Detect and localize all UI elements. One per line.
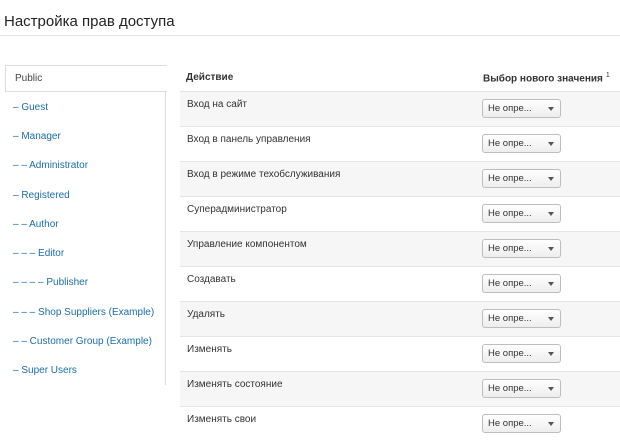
table-row: Изменять состояние Не опре... xyxy=(180,371,620,406)
sidebar-border xyxy=(165,89,166,385)
permission-select[interactable]: Не опре... xyxy=(482,274,561,293)
table-row: Вход на сайт Не опре... xyxy=(180,91,620,126)
column-header-value-label: Выбор нового значения xyxy=(483,73,603,85)
caret-down-icon xyxy=(548,177,554,181)
permission-select[interactable]: Не опре... xyxy=(482,414,561,433)
column-header-action: Действие xyxy=(186,72,234,83)
table-row: Управление компонентом Не опре... xyxy=(180,231,620,266)
permission-select[interactable]: Не опре... xyxy=(482,379,561,398)
table-row: Вход в панель управления Не опре... xyxy=(180,126,620,161)
caret-down-icon xyxy=(548,247,554,251)
action-label: Изменять свои xyxy=(187,414,257,425)
page-title: Настройка прав доступа xyxy=(4,13,175,30)
column-header-value: Выбор нового значения 1 xyxy=(483,72,610,84)
action-label: Создавать xyxy=(187,274,236,285)
title-divider xyxy=(0,35,620,36)
sidebar-item-super-users[interactable]: – Super Users xyxy=(5,356,165,385)
sidebar-item-public[interactable]: Public xyxy=(5,65,167,92)
caret-down-icon xyxy=(548,317,554,321)
permission-select[interactable]: Не опре... xyxy=(482,344,561,363)
select-value: Не опре... xyxy=(488,173,532,184)
table-row: Суперадминистратор Не опре... xyxy=(180,196,620,231)
sidebar-item-administrator[interactable]: – – Administrator xyxy=(5,151,165,180)
select-value: Не опре... xyxy=(488,208,532,219)
table-row: Изменять свои Не опре... xyxy=(180,406,620,441)
permission-select[interactable]: Не опре... xyxy=(482,204,561,223)
select-value: Не опре... xyxy=(488,103,532,114)
sidebar-item-editor[interactable]: – – – Editor xyxy=(5,239,165,268)
action-label: Вход в режиме техобслуживания xyxy=(187,169,341,180)
sidebar-item-guest[interactable]: – Guest xyxy=(5,93,165,122)
select-value: Не опре... xyxy=(488,418,532,429)
sidebar-item-manager[interactable]: – Manager xyxy=(5,122,165,151)
caret-down-icon xyxy=(548,142,554,146)
action-label: Удалять xyxy=(187,309,226,320)
permission-select[interactable]: Не опре... xyxy=(482,239,561,258)
select-value: Не опре... xyxy=(488,243,532,254)
select-value: Не опре... xyxy=(488,348,532,359)
action-label: Вход в панель управления xyxy=(187,134,311,145)
permission-select[interactable]: Не опре... xyxy=(482,169,561,188)
permission-select[interactable]: Не опре... xyxy=(482,99,561,118)
select-value: Не опре... xyxy=(488,278,532,289)
table-row: Изменять Не опре... xyxy=(180,336,620,371)
sidebar-item-publisher[interactable]: – – – – Publisher xyxy=(5,268,165,297)
action-label: Изменять xyxy=(187,344,232,355)
select-value: Не опре... xyxy=(488,138,532,149)
caret-down-icon xyxy=(548,212,554,216)
table-row: Вход в режиме техобслуживания Не опре... xyxy=(180,161,620,196)
select-value: Не опре... xyxy=(488,383,532,394)
caret-down-icon xyxy=(548,282,554,286)
action-label: Вход на сайт xyxy=(187,99,247,110)
caret-down-icon xyxy=(548,352,554,356)
caret-down-icon xyxy=(548,107,554,111)
caret-down-icon xyxy=(548,422,554,426)
sidebar-item-registered[interactable]: – Registered xyxy=(5,181,165,210)
action-label: Изменять состояние xyxy=(187,379,283,390)
sidebar-item-customer-group[interactable]: – – Customer Group (Example) xyxy=(5,327,165,356)
footnote-marker: 1 xyxy=(605,72,610,79)
sidebar-item-author[interactable]: – – Author xyxy=(5,210,165,239)
table-row: Создавать Не опре... xyxy=(180,266,620,301)
permission-select[interactable]: Не опре... xyxy=(482,309,561,328)
select-value: Не опре... xyxy=(488,313,532,324)
permission-select[interactable]: Не опре... xyxy=(482,134,561,153)
action-label: Суперадминистратор xyxy=(187,204,287,215)
sidebar-item-shop-suppliers[interactable]: – – – Shop Suppliers (Example) xyxy=(5,298,165,327)
table-row: Удалять Не опре... xyxy=(180,301,620,336)
group-sidebar: Public – Guest – Manager – – Administrat… xyxy=(5,65,167,385)
action-label: Управление компонентом xyxy=(187,239,307,250)
caret-down-icon xyxy=(548,387,554,391)
